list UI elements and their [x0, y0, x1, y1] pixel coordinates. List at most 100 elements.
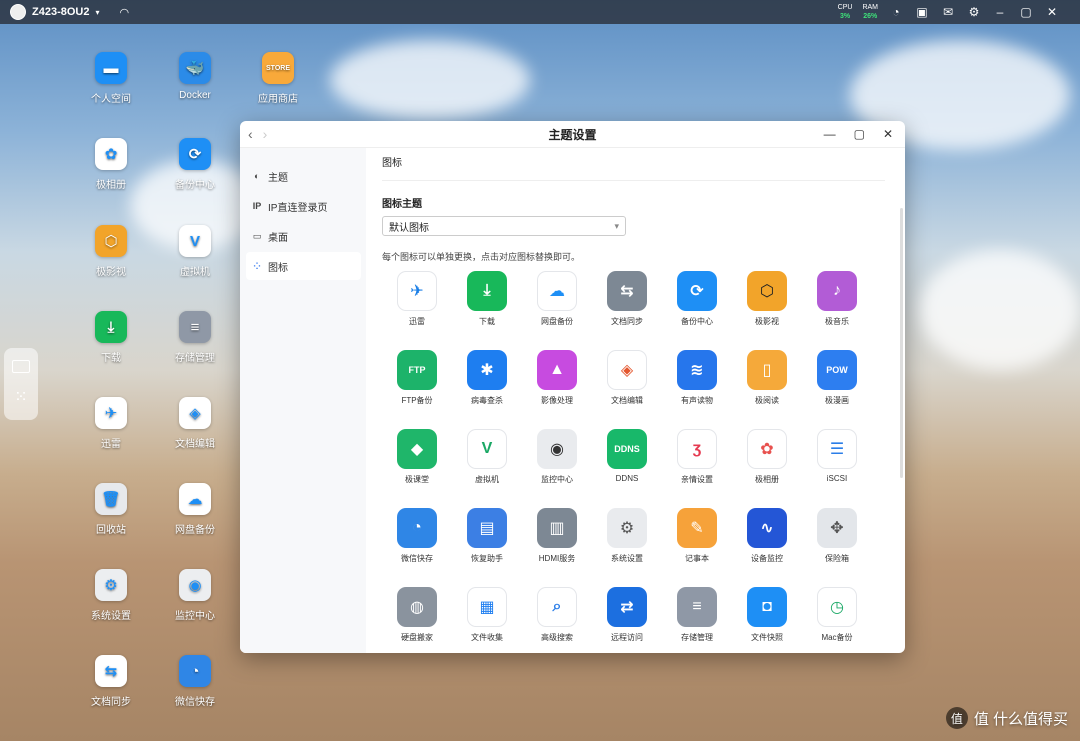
chevron-down-icon[interactable]: ▾ [95, 8, 99, 17]
desktop-icon-item[interactable]: ≡ 存储管理 [160, 311, 230, 364]
desktop-icon-item[interactable]: ✈ 迅雷 [76, 397, 146, 450]
window-icon[interactable] [12, 360, 30, 373]
speedometer-icon[interactable]: ◔ [888, 4, 904, 20]
mail-icon[interactable]: ✉ [940, 4, 956, 20]
thunder-icon: ✈ [397, 271, 437, 311]
top-bar: Z423-8OU2 ▾ ◠ CPU 3% RAM 26% ◔ ▣ ✉ ⚙ – ▢… [0, 0, 1080, 24]
gear-icon[interactable]: ⚙ [966, 4, 982, 20]
avatar[interactable] [10, 4, 26, 20]
icon-grid-item[interactable]: ⌕ 高级搜索 [522, 587, 592, 643]
desktop-icon-item[interactable]: STORE 应用商店 [243, 52, 313, 105]
icon-grid-item[interactable]: ▦ 文件收集 [452, 587, 522, 643]
icon-grid-item[interactable]: ☰ iSCSI [802, 429, 872, 483]
icon-grid-item[interactable]: ⇆ 文档同步 [592, 271, 662, 327]
file-collect-icon: ▦ [467, 587, 507, 627]
icon-grid-item[interactable]: ⚙ 系统设置 [592, 508, 662, 564]
icon-grid-label: 硬盘搬家 [401, 633, 433, 642]
icon-grid-label: 下载 [479, 317, 495, 326]
icon-grid-item[interactable]: ☁ 网盘备份 [522, 271, 592, 327]
icon-grid-label: iSCSI [826, 474, 848, 483]
maximize-icon[interactable]: ▢ [1018, 4, 1034, 20]
icon-grid-item[interactable]: ⤓ 下载 [452, 271, 522, 327]
icon-grid-item[interactable]: ⬡ 极影视 [732, 271, 802, 327]
sidebar-item[interactable]: ⁘ 图标 [246, 252, 361, 280]
wechat-icon: ◔ [397, 508, 437, 548]
desktop-icon-item[interactable]: V 虚拟机 [160, 225, 230, 278]
wechat-icon: ◔ [179, 655, 211, 687]
apps-grid-icon[interactable]: ⁙ [4, 387, 38, 407]
icon-grid-item[interactable]: ▲ 影像处理 [522, 350, 592, 406]
desktop-icon-item[interactable]: ⇆ 文档同步 [76, 655, 146, 708]
desktop-icon-item[interactable]: ✿ 极相册 [76, 138, 146, 191]
sidebar-item[interactable]: IP IP直连登录页 [246, 192, 361, 220]
icon-grid-item[interactable]: ∿ 设备监控 [732, 508, 802, 564]
icon-grid-item[interactable]: POW 极漫画 [802, 350, 872, 406]
close-icon[interactable]: ✕ [1044, 4, 1060, 20]
icon-grid-label: 极音乐 [825, 317, 849, 326]
icon-grid-item[interactable]: ◉ 监控中心 [522, 429, 592, 485]
desktop-icon-item[interactable]: ⚙ 系统设置 [76, 569, 146, 622]
icon-grid-item[interactable]: ✎ 记事本 [662, 508, 732, 564]
icon-grid-item[interactable]: ◍ 硬盘搬家 [382, 587, 452, 643]
icon-grid-item[interactable]: ≋ 有声读物 [662, 350, 732, 406]
side-dock[interactable]: ⁙ [4, 348, 38, 420]
hdmi-icon: ▥ [537, 508, 577, 548]
desktop-icon-label: 极相册 [96, 180, 126, 191]
icon-grid-item[interactable]: ♪ 极音乐 [802, 271, 872, 327]
icon-grid-item[interactable]: ◘ 文件快照 [732, 587, 802, 643]
icon-theme-select[interactable]: 默认图标 ▾ [382, 216, 626, 236]
desktop-icon-item[interactable]: ◉ 监控中心 [160, 569, 230, 622]
icon-grid-item[interactable]: ⇄ 远程访问 [592, 587, 662, 643]
icon-grid-item[interactable]: ʒ 亲情设置 [662, 429, 732, 485]
desktop-icon-item[interactable]: 🐳 Docker [160, 52, 230, 101]
window-close-icon[interactable]: ✕ [883, 127, 893, 141]
desktop-icon-item[interactable]: 🗑 回收站 [76, 483, 146, 536]
scrollbar[interactable] [900, 208, 903, 478]
icon-grid-item[interactable]: ⟳ 备份中心 [662, 271, 732, 327]
icon-grid-item[interactable]: ▥ HDMI服务 [522, 508, 592, 564]
desktop-icon-item[interactable]: ▬ 个人空间 [76, 52, 146, 105]
trash-icon: 🗑 [95, 483, 127, 515]
icon-grid-item[interactable]: ≡ 存储管理 [662, 587, 732, 643]
icon-grid-item[interactable]: ◔ 微信快存 [382, 508, 452, 564]
icon-grid-item[interactable]: ✥ 保险箱 [802, 508, 872, 564]
desktop-icon-item[interactable]: ◔ 微信快存 [160, 655, 230, 708]
icon-grid-item[interactable]: ◆ 极课堂 [382, 429, 452, 485]
icon-grid-label: 极阅读 [755, 396, 779, 405]
desktop-icon-item[interactable]: ⬡ 极影视 [76, 225, 146, 278]
window-minimize-icon[interactable]: — [824, 127, 836, 141]
notepad-icon: ✎ [677, 508, 717, 548]
forward-arrow-icon[interactable]: › [263, 126, 268, 142]
icon-grid-item[interactable]: ◈ 文档编辑 [592, 350, 662, 406]
sidebar-item[interactable]: ◐ 主题 [246, 162, 361, 190]
icon-grid-item[interactable]: FTP FTP备份 [382, 350, 452, 406]
ram-stat[interactable]: RAM 26% [862, 3, 878, 21]
task-icon[interactable]: ▣ [914, 4, 930, 20]
icon-grid-item[interactable]: ▯ 极阅读 [732, 350, 802, 406]
wifi-icon[interactable]: ◠ [120, 6, 130, 19]
icon-grid-item[interactable]: DDNS DDNS [592, 429, 662, 483]
device-name[interactable]: Z423-8OU2 [32, 6, 89, 18]
back-arrow-icon[interactable]: ‹ [248, 126, 253, 142]
minimize-icon[interactable]: – [992, 4, 1008, 20]
icon-grid-label: 远程访问 [611, 633, 643, 642]
desktop-icon-item[interactable]: ☁ 网盘备份 [160, 483, 230, 536]
icon-grid-item[interactable]: ◷ Mac备份 [802, 587, 872, 643]
desktop-icon-label: 监控中心 [175, 611, 215, 622]
icon-grid-item[interactable]: ✈ 迅雷 [382, 271, 452, 327]
window-maximize-icon[interactable]: ▢ [854, 127, 865, 141]
icon-grid-item[interactable]: ✱ 病毒查杀 [452, 350, 522, 406]
icon-grid-item[interactable]: V 虚拟机 [452, 429, 522, 485]
icon-grid-item[interactable]: ▤ 恢复助手 [452, 508, 522, 564]
desktop-icon-item[interactable]: ⤓ 下载 [76, 311, 146, 364]
cloud-backup-icon: ☁ [179, 483, 211, 515]
desktop-icon-label: 迅雷 [101, 439, 121, 450]
desktop-icon-item[interactable]: ◈ 文档编辑 [160, 397, 230, 450]
cpu-stat[interactable]: CPU 3% [838, 3, 853, 21]
sidebar-item[interactable]: ▭ 桌面 [246, 222, 361, 250]
watermark-logo-icon: 值 [945, 707, 968, 729]
family-icon: ʒ [677, 429, 717, 469]
sync-icon: ⇆ [95, 655, 127, 687]
desktop-icon-item[interactable]: ⟳ 备份中心 [160, 138, 230, 191]
icon-grid-item[interactable]: ✿ 极相册 [732, 429, 802, 485]
